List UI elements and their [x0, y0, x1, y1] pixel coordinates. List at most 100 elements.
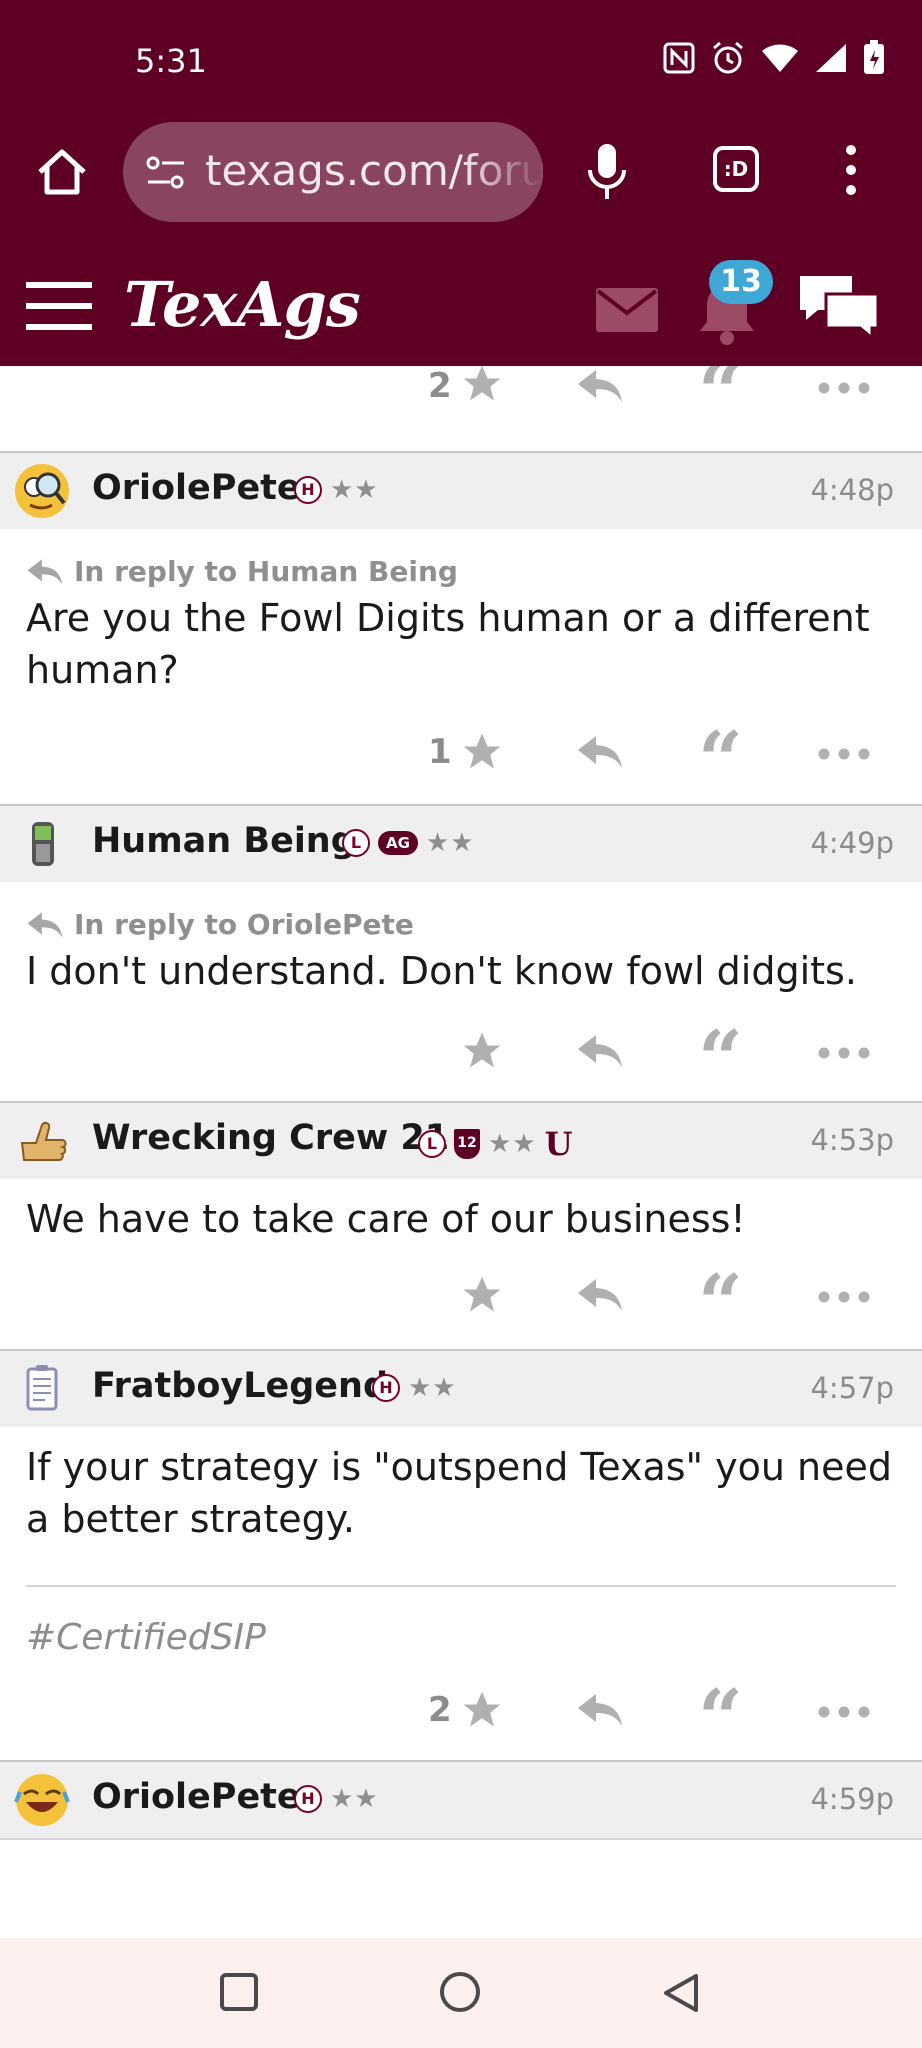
rank-stars: ★★ — [488, 1129, 537, 1159]
avatar[interactable] — [14, 1113, 70, 1169]
user-badges: H ★★ — [294, 475, 379, 505]
badge-h: H — [294, 476, 322, 504]
avatar[interactable] — [14, 463, 70, 519]
rank-stars: ★★ — [425, 828, 475, 858]
post-time: 4:59p — [810, 1782, 894, 1816]
site-logo[interactable]: TexAgs — [124, 268, 361, 341]
avatar[interactable] — [14, 816, 70, 872]
more-horiz-icon[interactable] — [818, 1047, 870, 1059]
username[interactable]: OriolePete — [92, 468, 301, 508]
settings-icon[interactable] — [145, 154, 187, 192]
star-count: 2 — [428, 366, 452, 406]
post-time: 4:48p — [810, 473, 894, 507]
post-text: If your strategy is "outspend Texas" you… — [26, 1445, 892, 1541]
post-time: 4:53p — [810, 1123, 894, 1157]
post-actions: 1 “ — [0, 716, 922, 804]
quote-icon[interactable]: “ — [698, 366, 743, 432]
post-feed: 2 “ OriolePete H ★★ 4:48p In reply to Hu… — [0, 366, 922, 1938]
username[interactable]: FratboyLegend — [92, 1366, 388, 1406]
post-actions: 2 “ — [0, 1674, 922, 1760]
avatar[interactable] — [14, 1772, 70, 1828]
post-text: I don't understand. Don't know fowl didg… — [26, 949, 857, 993]
home-icon[interactable] — [32, 142, 92, 202]
star-icon[interactable] — [460, 366, 504, 406]
badge-l: L — [342, 829, 370, 857]
battery-icon — [864, 40, 884, 74]
quote-icon[interactable]: “ — [698, 1021, 743, 1099]
badge-12th-man: 12 — [454, 1129, 480, 1159]
username[interactable]: OriolePete — [92, 1777, 301, 1817]
reply-icon — [27, 558, 63, 585]
status-icons — [662, 40, 886, 76]
username[interactable]: Human Being — [92, 821, 356, 861]
star-icon[interactable] — [460, 1688, 504, 1732]
post-header: FratboyLegend H ★★ 4:57p — [0, 1349, 922, 1427]
avatar[interactable] — [14, 1361, 70, 1417]
reply-reference[interactable]: In reply to OriolePete — [26, 882, 896, 941]
badge-h: H — [372, 1374, 400, 1402]
post-header: Wrecking Crew 21 L 12 ★★ U 4:53p — [0, 1101, 922, 1179]
alarm-icon — [713, 41, 743, 74]
mail-icon[interactable] — [596, 288, 658, 332]
rank-stars: ★★ — [330, 1784, 379, 1814]
quote-icon[interactable]: “ — [698, 1265, 743, 1343]
notification-badge[interactable]: 13 — [709, 260, 773, 304]
site-nav: TexAgs 13 — [0, 250, 922, 366]
user-badges: H ★★ — [294, 1784, 379, 1814]
post-actions: “ — [0, 1015, 922, 1101]
quote-icon[interactable]: “ — [698, 1680, 743, 1758]
reply-icon[interactable] — [576, 1692, 624, 1728]
rank-stars: ★★ — [408, 1373, 457, 1403]
star-icon[interactable] — [460, 730, 504, 774]
header: 5:31 texags.com/forums/ :D TexAgs 13 — [0, 0, 922, 366]
post-time: 4:49p — [810, 826, 894, 860]
signature: #CertifiedSIP — [26, 1617, 266, 1658]
user-badges: L AG ★★ — [342, 828, 475, 858]
reply-icon[interactable] — [576, 1033, 624, 1069]
url-fade — [463, 122, 543, 222]
more-horiz-icon[interactable] — [818, 382, 870, 394]
url-bar[interactable]: texags.com/forums/ — [123, 122, 543, 222]
reply-icon[interactable] — [576, 368, 624, 404]
badge-ag: AG — [378, 831, 418, 855]
tabs-icon[interactable]: :D — [713, 146, 759, 192]
more-horiz-icon[interactable] — [818, 748, 870, 760]
user-badges: H ★★ — [372, 1373, 457, 1403]
wifi-icon — [762, 44, 798, 72]
mic-icon[interactable] — [585, 142, 629, 202]
menu-icon[interactable] — [26, 278, 92, 334]
reply-icon[interactable] — [576, 1277, 624, 1313]
browser-toolbar: texags.com/forums/ :D — [0, 120, 922, 224]
user-badges: L 12 ★★ U — [418, 1125, 573, 1163]
back-icon[interactable] — [660, 1972, 700, 2014]
reply-icon — [27, 911, 63, 938]
star-icon[interactable] — [460, 1273, 504, 1317]
home-circle-icon[interactable] — [438, 1970, 482, 2014]
reply-reference[interactable]: In reply to Human Being — [26, 529, 896, 588]
username[interactable]: Wrecking Crew 21 — [92, 1118, 449, 1158]
post-text: Are you the Fowl Digits human or a diffe… — [26, 596, 870, 692]
recents-icon[interactable] — [219, 1972, 259, 2012]
post-body: In reply to Human Being Are you the Fowl… — [0, 529, 922, 696]
post-actions: 2 “ — [0, 366, 922, 451]
more-horiz-icon[interactable] — [818, 1706, 870, 1718]
more-vert-icon[interactable] — [843, 142, 859, 198]
status-time: 5:31 — [135, 42, 207, 80]
star-count: 2 — [428, 1690, 452, 1730]
star-icon[interactable] — [460, 1029, 504, 1073]
badge-h: H — [294, 1785, 322, 1813]
quote-icon[interactable]: “ — [698, 722, 743, 800]
star-count: 1 — [428, 732, 452, 772]
chat-icon[interactable] — [796, 272, 882, 340]
post-body: In reply to OriolePete I don't understan… — [0, 882, 922, 997]
post-text: We have to take care of our business! — [26, 1197, 746, 1241]
more-horiz-icon[interactable] — [818, 1291, 870, 1303]
system-nav-bar — [0, 1938, 922, 2048]
post-body: We have to take care of our business! — [0, 1179, 922, 1245]
post-actions: “ — [0, 1259, 922, 1349]
badge-u: U — [544, 1125, 573, 1163]
rank-stars: ★★ — [330, 475, 379, 505]
reply-icon[interactable] — [576, 734, 624, 770]
post-body: If your strategy is "outspend Texas" you… — [0, 1427, 922, 1658]
reply-reference-text: In reply to Human Being — [74, 555, 458, 588]
